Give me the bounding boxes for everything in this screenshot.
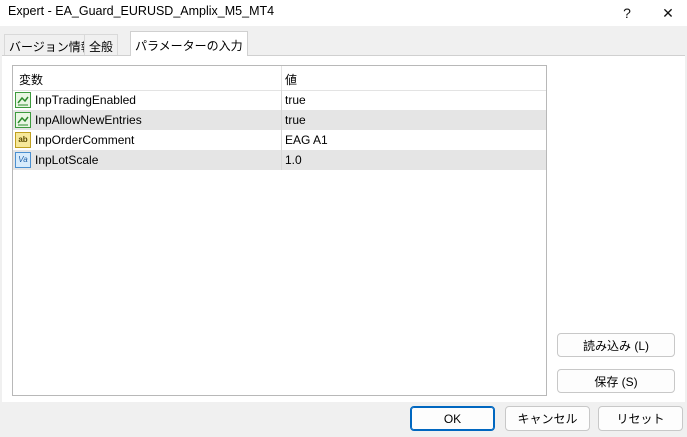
title-bar: Expert - EA_Guard_EURUSD_Amplix_M5_MT4 ?… [0,0,687,26]
column-header-value[interactable]: 値 [285,71,297,88]
boolean-icon [15,92,31,108]
help-button[interactable]: ? [607,0,647,26]
boolean-icon [15,112,31,128]
parameter-name: InpOrderComment [35,133,135,147]
reset-button[interactable]: リセット [598,406,683,431]
close-button[interactable]: ✕ [648,0,687,26]
column-header-variable[interactable]: 変数 [19,71,43,88]
number-icon: Va [15,152,31,168]
table-row[interactable]: ab InpOrderComment EAG A1 [13,130,546,150]
table-row[interactable]: InpTradingEnabled true [13,90,546,110]
parameter-value[interactable]: true [285,93,306,107]
tab-general[interactable]: 全般 [84,34,119,55]
column-divider[interactable] [281,66,282,90]
parameter-grid: 変数 値 InpTradingEnabled true InpAllowNewE… [12,65,547,396]
window-title: Expert - EA_Guard_EURUSD_Amplix_M5_MT4 [8,4,275,18]
parameter-value[interactable]: true [285,113,306,127]
cell-divider [281,110,282,130]
table-row[interactable]: InpAllowNewEntries true [13,110,546,130]
parameter-value[interactable]: EAG A1 [285,133,328,147]
tab-bar: バージョン情報 全般 パラメーターの入力 [0,26,687,56]
grid-header: 変数 値 [13,66,546,91]
load-button[interactable]: 読み込み (L) [557,333,675,357]
cancel-button[interactable]: キャンセル [505,406,590,431]
parameter-name: InpAllowNewEntries [35,113,142,127]
table-row[interactable]: Va InpLotScale 1.0 [13,150,546,170]
string-icon: ab [15,132,31,148]
ok-button[interactable]: OK [410,406,495,431]
save-button[interactable]: 保存 (S) [557,369,675,393]
parameter-name: InpTradingEnabled [35,93,136,107]
parameter-value[interactable]: 1.0 [285,153,302,167]
cell-divider [281,90,282,110]
cell-divider [281,130,282,150]
parameter-name: InpLotScale [35,153,99,167]
cell-divider [281,150,282,170]
tab-input-parameters[interactable]: パラメーターの入力 [130,31,248,56]
